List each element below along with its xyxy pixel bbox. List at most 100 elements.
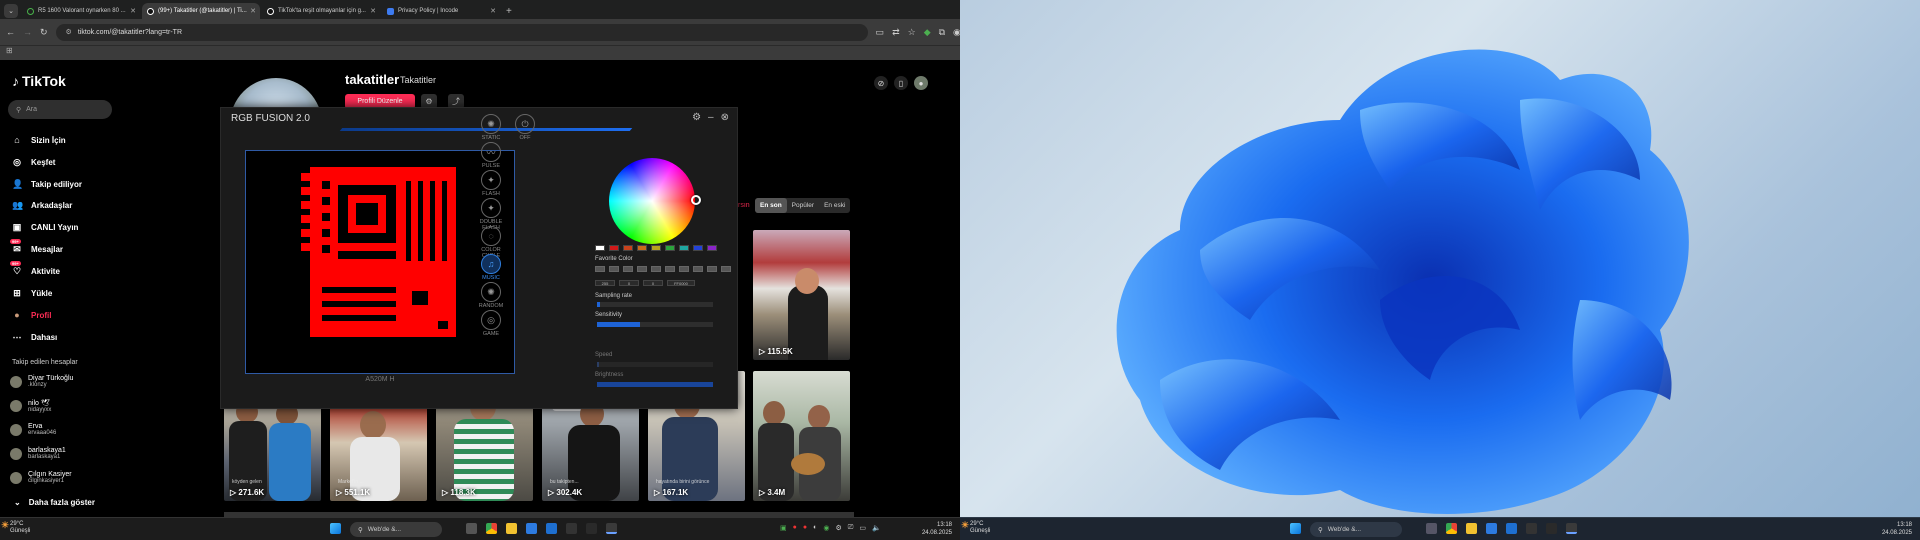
color-swatch[interactable] xyxy=(651,245,661,251)
windows-start-icon[interactable] xyxy=(330,523,341,534)
color-swatch[interactable] xyxy=(679,245,689,251)
favorite-slot[interactable] xyxy=(651,266,661,272)
apps-grid-icon[interactable]: ⊞ xyxy=(6,46,13,55)
minimize-icon[interactable]: – xyxy=(708,112,714,123)
file-explorer-icon[interactable] xyxy=(506,523,517,534)
sidebar-item-7[interactable]: ♡ 99+ Aktivite xyxy=(10,261,60,277)
brightness-slider[interactable] xyxy=(597,382,713,387)
sidebar-item-6[interactable]: ✉ 99+ Mesajlar xyxy=(10,239,63,255)
new-tab-icon[interactable]: + xyxy=(506,6,512,19)
favorite-slot[interactable] xyxy=(693,266,703,272)
sort-tab-oldest[interactable]: En eski xyxy=(819,198,850,213)
user-avatar-icon[interactable]: ● xyxy=(914,76,928,90)
color-wheel-knob[interactable] xyxy=(691,195,701,205)
color-wheel[interactable] xyxy=(609,158,695,244)
sidebar-item-1[interactable]: ⌂ Sizin İçin xyxy=(12,135,65,145)
favorite-slot[interactable] xyxy=(609,266,619,272)
browser-tab-active[interactable]: (99+) Takatitler (@takatitler) | Ti... ✕ xyxy=(142,3,260,19)
file-explorer-icon[interactable] xyxy=(1466,523,1477,534)
sidebar-item-10[interactable]: ⋯ Dahası xyxy=(12,332,58,343)
video-thumbnail[interactable]: ▷ 115.5K xyxy=(753,230,850,360)
outlook-icon[interactable] xyxy=(546,523,557,534)
store-icon[interactable] xyxy=(526,523,537,534)
task-view-icon[interactable] xyxy=(466,523,477,534)
windows-start-icon[interactable] xyxy=(1290,523,1301,534)
translate-icon[interactable]: ⇄ xyxy=(892,27,900,38)
close-tab-icon[interactable]: ✕ xyxy=(250,7,256,15)
speed-slider[interactable] xyxy=(597,362,713,367)
tray-icon[interactable]: ◉ xyxy=(823,524,829,532)
favorite-slot[interactable] xyxy=(721,266,731,272)
chrome-icon[interactable] xyxy=(486,523,497,534)
color-swatch[interactable] xyxy=(609,245,619,251)
task-view-icon[interactable] xyxy=(1426,523,1437,534)
color-swatch[interactable] xyxy=(665,245,675,251)
favorite-slot[interactable] xyxy=(637,266,647,272)
tray-icon[interactable]: ⚙ xyxy=(835,524,841,532)
favorite-slot[interactable] xyxy=(623,266,633,272)
address-bar[interactable]: ⚙ tiktok.com/@takatitler?lang=tr-TR xyxy=(55,23,868,41)
close-tab-icon[interactable]: ✕ xyxy=(130,7,136,15)
coin-icon[interactable]: ⊘ xyxy=(874,76,888,90)
green-value-field[interactable]: 0 xyxy=(619,280,639,286)
extensions-icon[interactable]: ⧉ xyxy=(939,27,945,38)
favorite-slot[interactable] xyxy=(595,266,605,272)
tray-icon[interactable]: ▣ xyxy=(780,524,787,532)
mode-game[interactable]: ◎ GAME xyxy=(475,310,507,337)
device-icon[interactable]: ▯ xyxy=(894,76,908,90)
sidebar-item-8[interactable]: ⊞ Yükle xyxy=(12,288,52,299)
sidebar-item-3[interactable]: 👤 Takip ediliyor xyxy=(12,179,82,190)
tray-icon[interactable]: ● xyxy=(803,524,807,532)
close-tab-icon[interactable]: ✕ xyxy=(490,7,496,15)
bookmark-star-icon[interactable]: ☆ xyxy=(908,27,916,38)
tab-search-button[interactable]: ⌄ xyxy=(4,4,18,18)
mode-pulse[interactable]: 〰 PULSE xyxy=(475,142,507,169)
tray-icon[interactable]: ⎚ xyxy=(848,524,854,532)
close-tab-icon[interactable]: ✕ xyxy=(370,7,376,15)
app-icon[interactable] xyxy=(1526,523,1537,534)
taskbar-search-input[interactable]: ⚲ Web'de &... xyxy=(1310,522,1402,537)
extension-shield-icon[interactable]: ◆ xyxy=(924,27,931,38)
favorite-slot[interactable] xyxy=(707,266,717,272)
sidebar-item-4[interactable]: 👥 Arkadaşlar xyxy=(12,200,72,211)
back-icon[interactable]: ← xyxy=(6,27,15,37)
color-swatch[interactable] xyxy=(693,245,703,251)
following-account[interactable]: Diyar Türkoğlu .klonzy xyxy=(10,375,73,388)
sort-tab-latest[interactable]: En son xyxy=(755,198,787,213)
network-icon[interactable]: ▭ xyxy=(859,524,866,532)
mode-flash[interactable]: ✦ FLASH xyxy=(475,170,507,197)
tray-icon[interactable]: ◐ xyxy=(813,524,817,532)
mode-random[interactable]: ✺ RANDOM xyxy=(475,282,507,309)
outlook-icon[interactable] xyxy=(1506,523,1517,534)
color-swatch[interactable] xyxy=(637,245,647,251)
favorite-slot[interactable] xyxy=(679,266,689,272)
sidebar-item-2[interactable]: ◎ Keşfet xyxy=(12,157,55,168)
taskbar-clock[interactable]: 13:18 24.08.2025 xyxy=(922,521,952,537)
following-account[interactable]: Erva ervaaa046 xyxy=(10,423,56,436)
sidebar-item-9[interactable]: ● Profil xyxy=(12,310,51,320)
site-info-icon[interactable]: ⚙ xyxy=(66,28,72,36)
sampling-rate-slider[interactable] xyxy=(597,302,713,307)
following-account[interactable]: nilo 🕊 nidayyxx xyxy=(10,399,51,413)
store-icon[interactable] xyxy=(1486,523,1497,534)
settings-icon[interactable]: ⚙ xyxy=(692,112,701,123)
reload-icon[interactable]: ↻ xyxy=(40,27,48,38)
sidebar-item-5[interactable]: ▣ CANLI Yayın xyxy=(12,222,79,233)
install-icon[interactable]: ▭ xyxy=(876,27,885,38)
hex-value-field[interactable]: FF0000 xyxy=(667,280,695,286)
mode-music[interactable]: ♫ MUSIC xyxy=(475,254,507,281)
browser-tab[interactable]: TikTok'ta reşit olmayanlar için g... ✕ xyxy=(262,3,380,19)
taskbar-search-input[interactable]: ⚲ Web'de &... xyxy=(350,522,442,537)
app-icon[interactable] xyxy=(566,523,577,534)
tiktok-logo[interactable]: ♪ TikTok xyxy=(12,73,66,89)
rgb-fusion-taskbar-icon[interactable] xyxy=(606,523,617,534)
volume-icon[interactable]: 🔈 xyxy=(872,524,881,532)
app-icon[interactable] xyxy=(586,523,597,534)
sort-tab-popular[interactable]: Popüler xyxy=(787,198,819,213)
chrome-icon[interactable] xyxy=(1446,523,1457,534)
close-icon[interactable]: ⊗ xyxy=(721,112,729,123)
taskbar-clock[interactable]: 13:18 24.08.2025 xyxy=(1882,521,1912,537)
browser-tab[interactable]: Privacy Policy | Incode ✕ xyxy=(382,3,500,19)
color-swatch[interactable] xyxy=(707,245,717,251)
sensitivity-slider[interactable] xyxy=(597,322,713,327)
